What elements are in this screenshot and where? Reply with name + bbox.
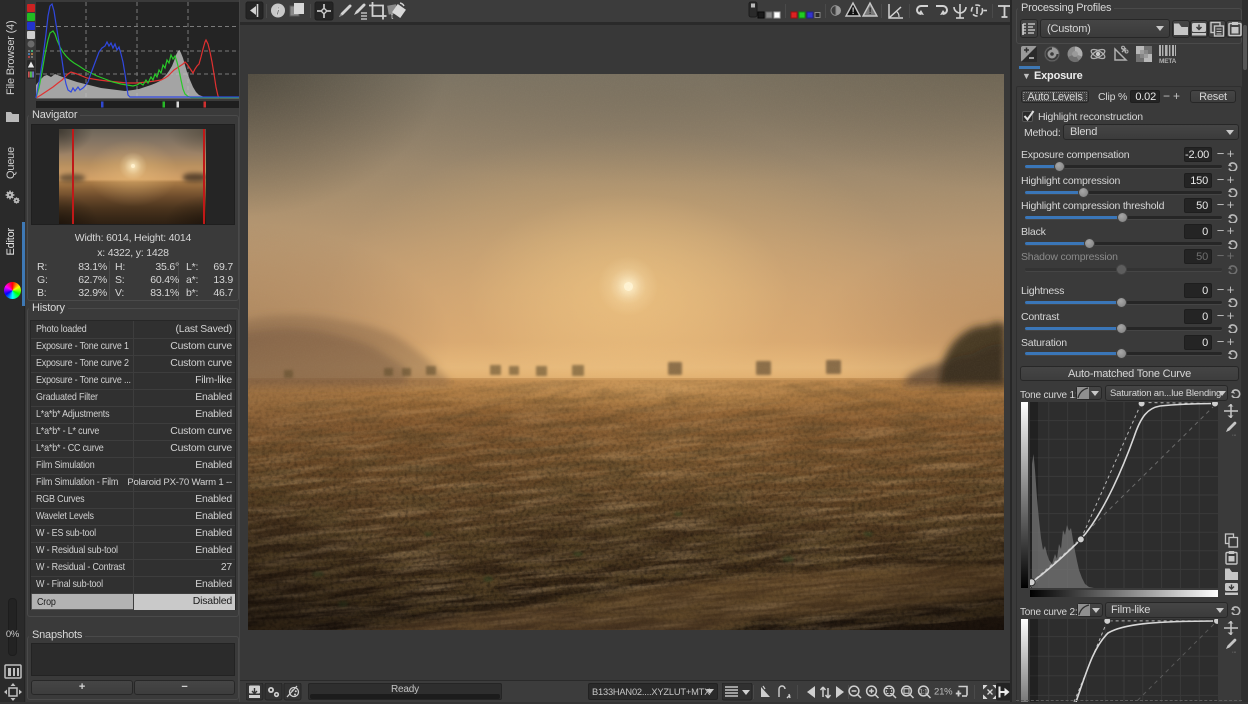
svg-text:...: ... bbox=[1232, 649, 1237, 654]
svg-text:!: ! bbox=[852, 6, 855, 16]
svg-text:1:1: 1:1 bbox=[920, 690, 929, 696]
svg-text:21%: 21% bbox=[934, 687, 953, 698]
svg-text:...: ... bbox=[1232, 432, 1237, 437]
svg-text:!: ! bbox=[869, 6, 872, 16]
svg-text:META: META bbox=[1159, 58, 1177, 65]
